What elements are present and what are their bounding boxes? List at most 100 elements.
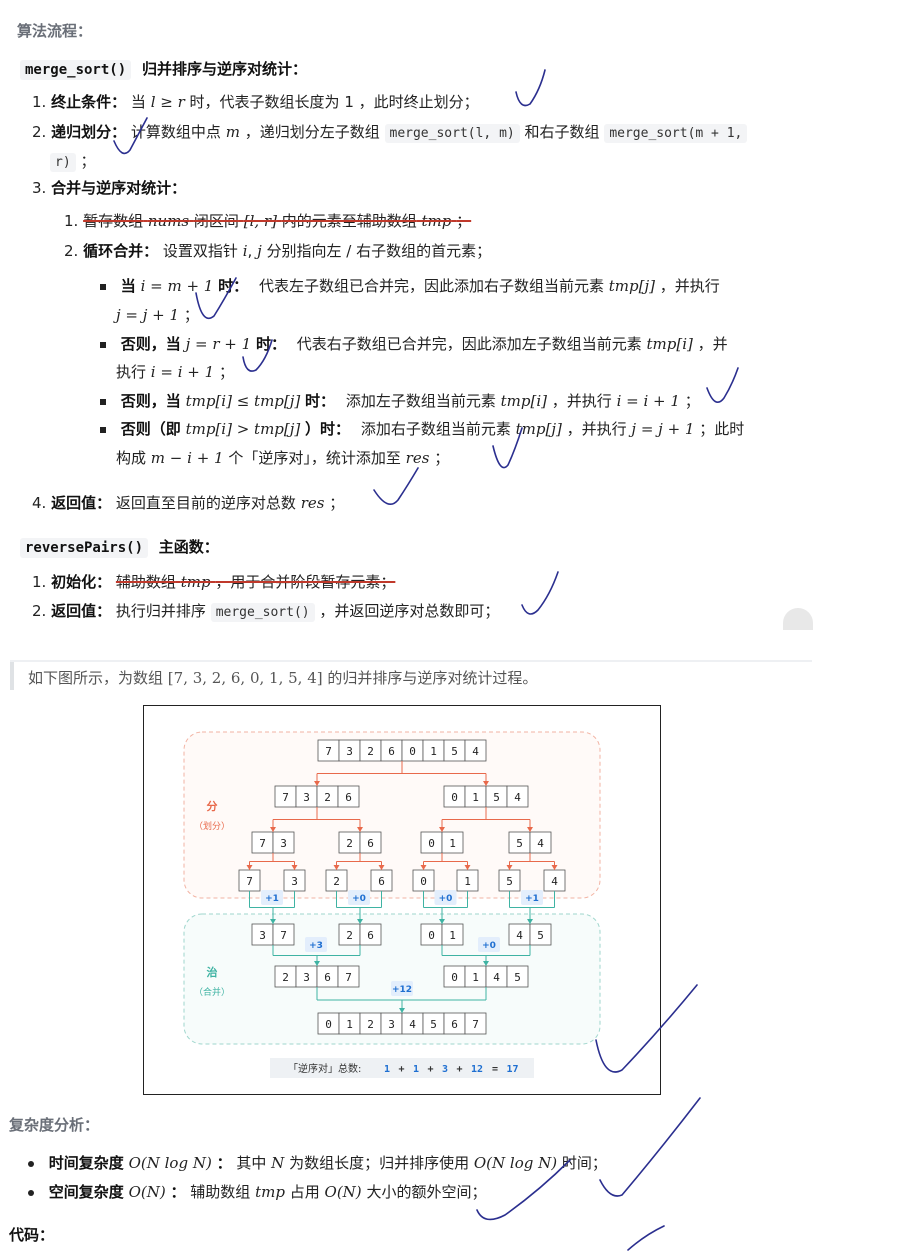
level2-value: 5 <box>516 837 523 850</box>
level1-value: 2 <box>324 791 331 804</box>
bullet-left-done-cont: j = j + 1 ； <box>116 304 199 325</box>
step-recursive-split-cont: r) ； <box>50 150 96 172</box>
checkmark-ink <box>515 69 546 107</box>
math-var: tmp[j] <box>608 277 655 295</box>
merge1-value: 2 <box>346 929 353 942</box>
quote-part: 如下图所示，为数组 <box>28 669 164 687</box>
step-text: 返回直至目前的逆序对总数 <box>115 494 296 512</box>
step-label: 循环合并： <box>83 242 159 260</box>
bullet-icon <box>28 1160 34 1167</box>
divide-label: 分 <box>207 799 218 813</box>
total-term: 1 <box>384 1064 390 1075</box>
count-badge: +12 <box>392 985 412 995</box>
math-expr: m − i + 1 <box>150 449 224 467</box>
step-init: 1. 初始化： 辅助数组 tmp ，用于合并阶段暂存元素； <box>32 571 395 592</box>
merge2-value: 0 <box>451 971 458 984</box>
step-text: ； <box>80 152 96 170</box>
count-badge: +3 <box>309 941 323 951</box>
quote-bar <box>10 662 14 690</box>
quote-part: 的归并排序与逆序对统计过程。 <box>327 669 538 687</box>
bullet-text: ； <box>434 449 450 467</box>
step-termination: 1. 终止条件： 当 l ≥ r 时，代表子数组长度为 1 ，此时终止划分； <box>32 91 479 112</box>
level2-value: 3 <box>280 837 287 850</box>
step-number: 4. <box>32 494 47 512</box>
divide-sublabel: （划分） <box>194 820 230 832</box>
step-text: 分别指向左 / 右子数组的首元素； <box>266 242 492 260</box>
level3-value: 0 <box>420 875 427 888</box>
math-expr: O(N log N) <box>473 1154 558 1172</box>
merge1-value: 1 <box>449 929 456 942</box>
bullet-lead: 否则，当 <box>120 392 181 410</box>
bullet-take-right-cont: 构成 m − i + 1 个「逆序对」，统计添加至 res ； <box>116 447 449 468</box>
level0-value: 1 <box>430 745 437 758</box>
merge3-value: 0 <box>325 1018 332 1031</box>
math-expr: i = i + 1 <box>616 392 680 410</box>
merge1-value: 4 <box>516 929 523 942</box>
bullet-text: ； <box>218 363 234 381</box>
merge3-value: 4 <box>409 1018 416 1031</box>
step-text: 设置双指针 <box>162 242 238 260</box>
step-text: ，并返回逆序对总数即可； <box>319 602 500 620</box>
math-condition: i = m + 1 <box>140 277 214 295</box>
figure-svg: 分 （划分） 治 （合并） 7 3 2 6 0 1 5 4 7 3 2 6 0 1 5 4 7 3 2 6 0 1 5 4 7 3 2 6 0 1… <box>183 731 601 1078</box>
level2-value: 2 <box>346 837 353 850</box>
math-expr: O(N log N) <box>128 1154 212 1172</box>
complexity-text: 辅助数组 <box>190 1183 251 1201</box>
level3-value: 7 <box>246 875 253 888</box>
step-number: 2. <box>64 242 79 260</box>
math-expr: j = j + 1 <box>116 306 180 324</box>
merge2-value: 2 <box>282 971 289 984</box>
bullet-take-right: 否则（即 tmp[i] > tmp[j] ）时： 添加右子数组当前元素 tmp[… <box>100 418 744 439</box>
bullet-lead: 时： <box>305 392 336 410</box>
level3-value: 1 <box>464 875 471 888</box>
bullet-lead: 否则（即 <box>120 420 181 438</box>
complexity-text: 占用 <box>289 1183 320 1201</box>
bullet-text: 代表右子数组已合并完，因此添加左子数组当前元素 <box>296 335 642 353</box>
level0-value: 4 <box>472 745 479 758</box>
merge3-value: 5 <box>430 1018 437 1031</box>
step-return-main: 2. 返回值： 执行归并排序 merge_sort() ，并返回逆序对总数即可； <box>32 600 500 622</box>
level1-value: 1 <box>472 791 479 804</box>
merge-sort-heading: merge_sort() 归并排序与逆序对统计： <box>20 58 307 80</box>
level3-value: 3 <box>291 875 298 888</box>
step-recursive-split: 2. 递归划分： 计算数组中点 m ，递归划分左子数组 merge_sort(l… <box>32 121 748 143</box>
step-text: ； <box>329 494 345 512</box>
merge2-value: 7 <box>345 971 352 984</box>
merge2-value: 1 <box>472 971 479 984</box>
level1-value: 0 <box>451 791 458 804</box>
math-condition: j = r + 1 <box>185 335 252 353</box>
merge1-value: 6 <box>367 929 374 942</box>
bullet-text: 代表左子数组已合并完，因此添加右子数组当前元素 <box>258 277 604 295</box>
step-text: 时，代表子数组长度为 1 ，此时终止划分； <box>189 93 479 111</box>
level2-value: 7 <box>259 837 266 850</box>
bullet-icon <box>28 1189 34 1196</box>
step-label: 返回值： <box>51 602 112 620</box>
step-text: 内的元素至辅助数组 <box>281 212 417 230</box>
math-var: tmp[i] <box>500 392 547 410</box>
total-term: 3 <box>442 1064 448 1075</box>
bullet-lead: 时： <box>255 335 286 353</box>
math-var: tmp <box>421 212 452 230</box>
level2-value: 4 <box>537 837 544 850</box>
total-term: + <box>428 1064 434 1075</box>
checkmark-ink <box>373 467 419 506</box>
math-var: N <box>271 1154 285 1172</box>
step-number: 2. <box>32 123 47 141</box>
step-text: 当 <box>130 93 146 111</box>
complexity-label: 空间复杂度 <box>48 1183 124 1201</box>
step-text: ，递归划分左子数组 <box>244 123 380 141</box>
complexity-text: 大小的额外空间； <box>366 1183 487 1201</box>
substep-loop-merge: 2. 循环合并： 设置双指针 i, j 分别指向左 / 右子数组的首元素； <box>64 240 491 261</box>
bullet-icon <box>100 426 106 433</box>
math-var: tmp <box>180 573 211 591</box>
bullet-icon <box>100 398 106 405</box>
count-badge: +1 <box>525 894 539 904</box>
code-heading: 代码： <box>9 1226 55 1244</box>
level3-value: 5 <box>506 875 513 888</box>
step-number: 3. <box>32 179 47 197</box>
math-condition: l ≥ r <box>150 93 185 111</box>
floating-widget[interactable] <box>783 608 813 630</box>
time-complexity: 时间复杂度 O(N log N) ： 其中 N 为数组长度；归并排序使用 O(N… <box>28 1152 607 1173</box>
step-text: 闭区间 <box>193 212 239 230</box>
bullet-text: 构成 <box>116 449 147 467</box>
